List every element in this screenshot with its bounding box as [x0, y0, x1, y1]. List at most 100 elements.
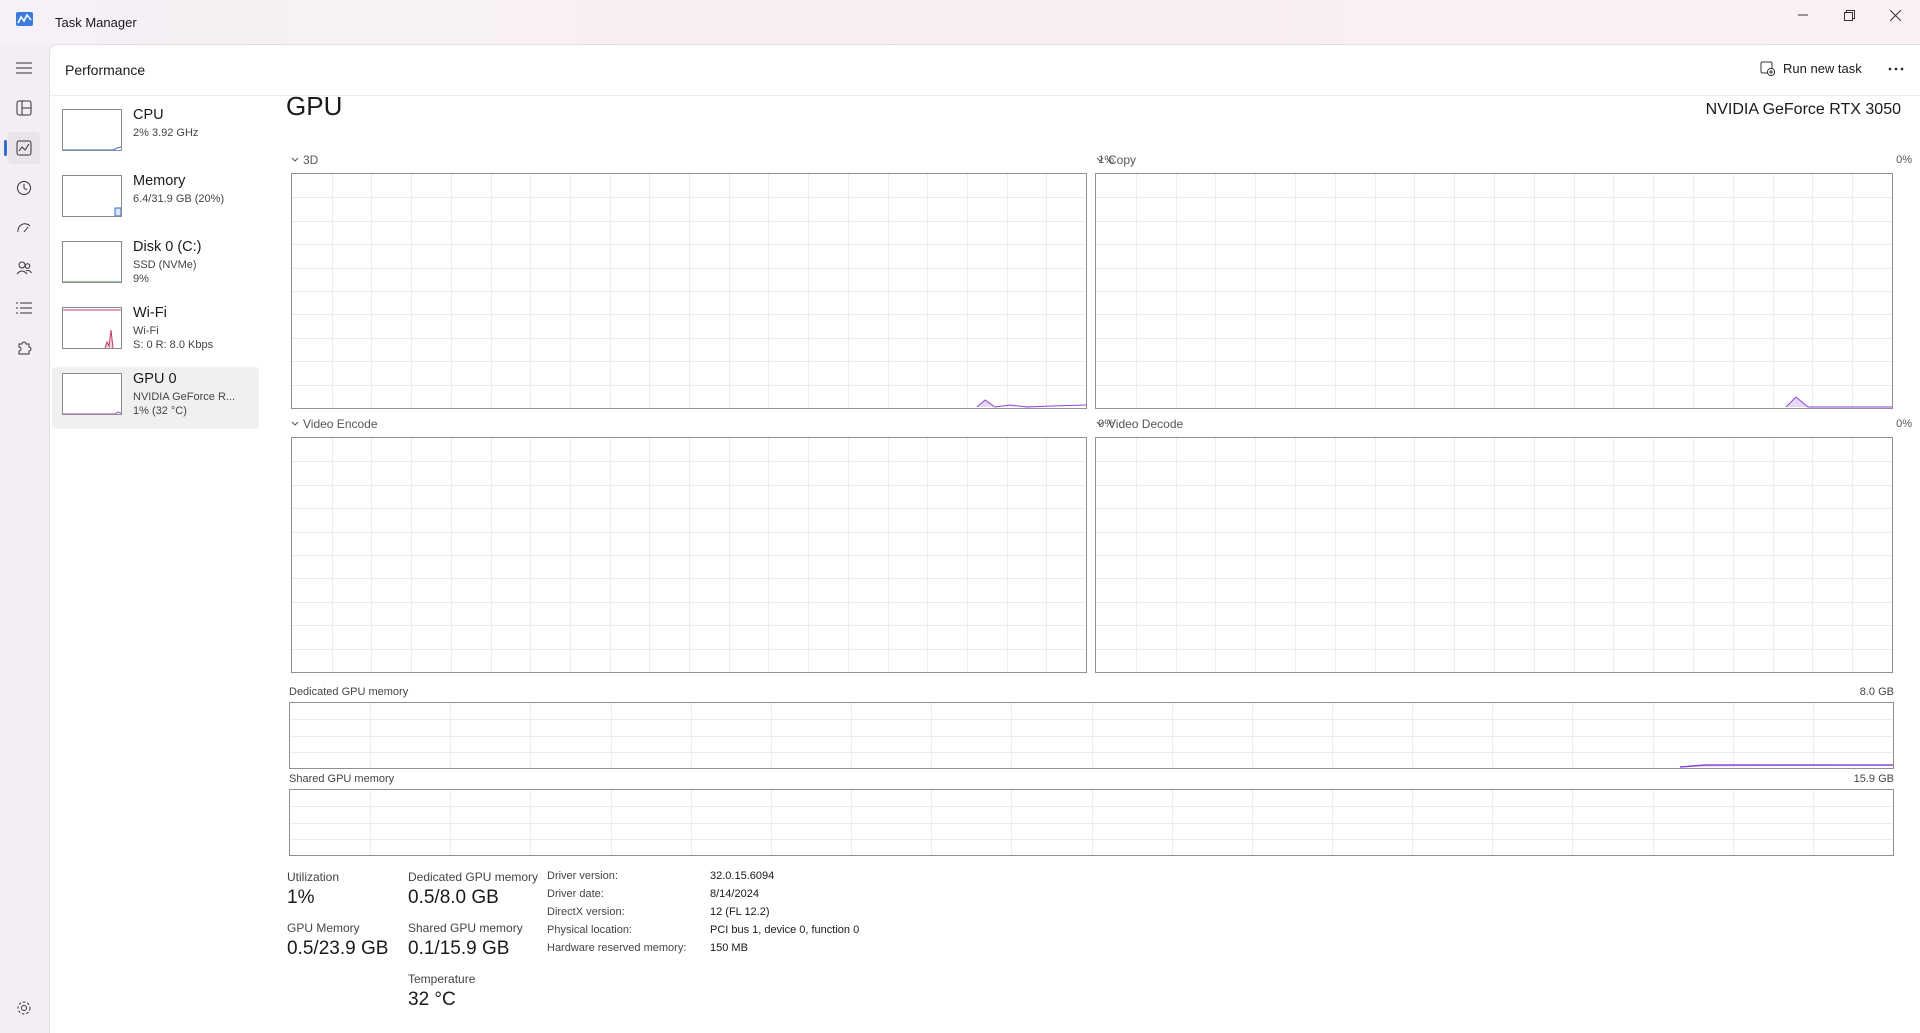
gpu-model-name: NVIDIA GeForce RTX 3050 — [1705, 101, 1901, 118]
dedicated-memory-max: 8.0 GB — [1859, 686, 1894, 698]
dedicated-gpu-memory-label: Dedicated GPU memory — [408, 870, 539, 884]
device-item-cpu[interactable]: CPU 2% 3.92 GHz — [52, 103, 259, 165]
device-detail: Wi-Fi — [133, 325, 159, 337]
nav-performance[interactable] — [8, 132, 40, 164]
info-value: 12 (FL 12.2) — [710, 906, 770, 918]
shared-gpu-memory-value: 0.1/15.9 GB — [408, 938, 510, 959]
close-button[interactable] — [1872, 0, 1918, 30]
gpu-memory-value: 0.5/23.9 GB — [287, 938, 389, 959]
hamburger-icon — [16, 62, 32, 74]
device-detail: 9% — [133, 273, 149, 285]
graph-dedicated-memory — [289, 702, 1894, 769]
disk-thumbnail-graph — [62, 241, 122, 283]
shared-memory-max: 15.9 GB — [1853, 773, 1894, 785]
gridlines — [1096, 174, 1892, 408]
nav-processes[interactable] — [8, 92, 40, 124]
info-value: 8/14/2024 — [710, 888, 759, 900]
run-new-task-button[interactable]: Run new task — [1760, 61, 1862, 76]
dedicated-gpu-memory-value: 0.5/8.0 GB — [408, 887, 499, 908]
engine-label: Video Decode — [1108, 417, 1184, 431]
nav-app-history[interactable] — [8, 172, 40, 204]
graph-shared-memory — [289, 789, 1894, 856]
info-value: 150 MB — [710, 942, 748, 954]
graph-3d-plot — [292, 174, 1086, 408]
gridlines — [290, 790, 1893, 855]
device-detail: 1% (32 °C) — [133, 405, 187, 417]
chevron-down-icon — [1096, 157, 1104, 162]
gpu-thumbnail-graph — [62, 373, 122, 415]
utilization-value: 1% — [287, 887, 315, 908]
app-title: Task Manager — [55, 15, 137, 30]
nav-startup-apps[interactable] — [8, 212, 40, 244]
temperature-value: 32 °C — [408, 989, 456, 1010]
device-list: CPU 2% 3.92 GHz Memory 6.4/31.9 GB (20%)… — [52, 103, 259, 433]
minimize-button[interactable] — [1780, 0, 1826, 30]
engine-label: 3D — [303, 153, 319, 167]
nav-users[interactable] — [8, 252, 40, 284]
title-bar: Task Manager — [0, 0, 1920, 44]
device-name: GPU 0 — [133, 371, 177, 387]
nav-services[interactable] — [8, 332, 40, 364]
users-icon — [16, 261, 32, 275]
restore-icon — [1843, 9, 1855, 21]
chevron-down-icon — [291, 421, 299, 426]
run-new-task-label: Run new task — [1783, 61, 1862, 76]
info-label: Driver date: — [547, 888, 604, 900]
graph-copy — [1095, 173, 1893, 409]
device-item-memory[interactable]: Memory 6.4/31.9 GB (20%) — [52, 169, 259, 231]
gridlines — [1096, 438, 1892, 672]
more-options-button[interactable] — [1882, 57, 1910, 81]
temperature-label: Temperature — [408, 972, 476, 986]
gpu-memory-label: GPU Memory — [287, 921, 360, 935]
shared-memory-label: Shared GPU memory — [289, 773, 395, 785]
main-panel: Performance Run new task CPU 2% 3.92 GHz… — [49, 44, 1920, 1033]
device-item-disk[interactable]: Disk 0 (C:) SSD (NVMe) 9% — [52, 235, 259, 297]
services-puzzle-icon — [18, 341, 32, 355]
nav-settings[interactable] — [8, 992, 40, 1024]
settings-gear-icon — [17, 1001, 31, 1015]
gridlines — [292, 174, 1086, 408]
info-value: 32.0.15.6094 — [710, 870, 775, 882]
memory-thumbnail-graph — [62, 175, 122, 217]
graph-shared-memory-plot — [290, 790, 1893, 855]
hamburger-menu-button[interactable] — [8, 52, 40, 84]
device-name: Disk 0 (C:) — [133, 239, 202, 255]
graph-dedicated-memory-plot — [290, 703, 1893, 768]
navigation-rail — [0, 44, 48, 1032]
restore-button[interactable] — [1826, 0, 1872, 30]
info-value: PCI bus 1, device 0, function 0 — [710, 924, 860, 936]
startup-icon — [17, 223, 31, 233]
performance-icon — [16, 140, 32, 156]
graph-video-decode-plot — [1096, 438, 1892, 672]
device-name: CPU — [133, 107, 164, 123]
page-header: Performance Run new task — [50, 45, 1920, 96]
utilization-label: Utilization — [287, 870, 340, 884]
info-label: Driver version: — [547, 870, 618, 882]
engine-percent: 0% — [1896, 154, 1912, 166]
nav-details[interactable] — [8, 292, 40, 324]
device-detail: S: 0 R: 8.0 Kbps — [133, 339, 214, 351]
device-item-wifi[interactable]: Wi-Fi Wi-Fi S: 0 R: 8.0 Kbps — [52, 301, 259, 363]
info-label: DirectX version: — [547, 906, 625, 918]
device-detail: 6.4/31.9 GB (20%) — [133, 193, 225, 205]
engine-label: Copy — [1108, 153, 1137, 167]
engine-selector-video-decode[interactable]: Video Decode — [1096, 417, 1183, 431]
graph-video-decode — [1095, 437, 1893, 673]
more-dots-icon — [1888, 67, 1904, 71]
engine-selector-video-encode[interactable]: Video Encode — [291, 417, 378, 431]
device-name: Memory — [133, 173, 186, 189]
engine-selector-3d[interactable]: 3D — [291, 153, 318, 167]
engine-selector-copy[interactable]: Copy — [1096, 153, 1136, 167]
chevron-down-icon — [1096, 421, 1104, 426]
details-list-icon — [16, 302, 32, 314]
device-detail: 2% 3.92 GHz — [133, 127, 199, 139]
info-label: Hardware reserved memory: — [547, 942, 687, 954]
info-label: Physical location: — [547, 924, 632, 936]
cpu-thumbnail-graph — [62, 109, 122, 151]
graph-video-encode-plot — [292, 438, 1086, 672]
chevron-down-icon — [291, 157, 299, 162]
gridlines — [290, 703, 1893, 768]
device-item-gpu[interactable]: GPU 0 NVIDIA GeForce R... 1% (32 °C) — [52, 367, 259, 429]
page-title: Performance — [65, 62, 146, 78]
close-icon — [1889, 9, 1901, 21]
